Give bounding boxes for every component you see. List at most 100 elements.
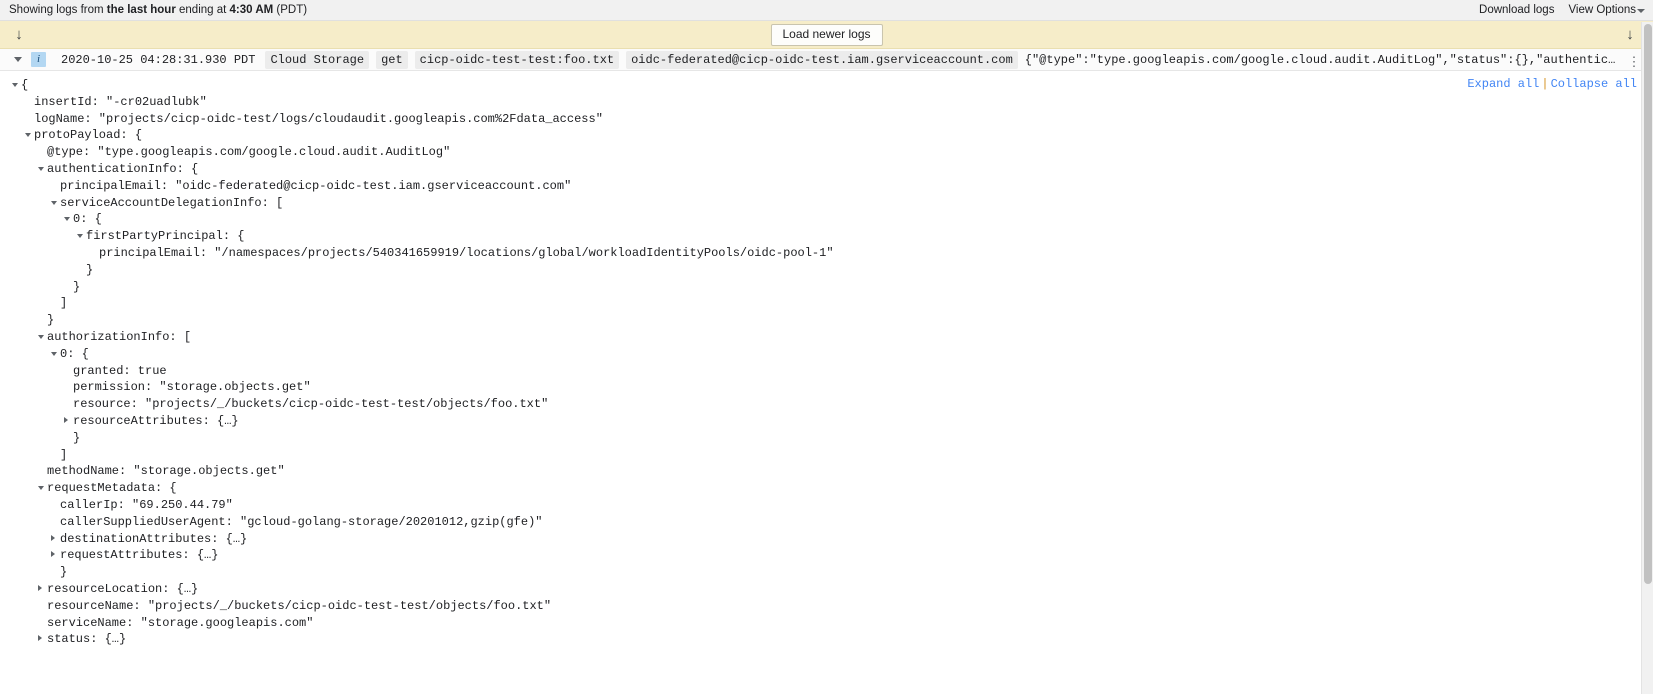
json-line: ] — [0, 447, 1653, 464]
json-line-text: protoPayload: { — [34, 128, 143, 143]
json-line-text: callerSuppliedUserAgent: "gcloud-golang-… — [60, 514, 543, 529]
collapse-node-icon[interactable] — [38, 166, 44, 171]
collapse-node-icon[interactable] — [38, 486, 44, 491]
json-line-text: insertId: "-cr02uadlubk" — [34, 94, 207, 109]
json-line-text: requestAttributes: {…} — [60, 548, 219, 563]
collapse-all-link[interactable]: Collapse all — [1551, 77, 1637, 91]
json-line-gutter — [51, 345, 60, 362]
json-line[interactable]: protoPayload: { — [0, 127, 1653, 144]
json-line-gutter — [12, 76, 21, 93]
json-line[interactable]: status: {…} — [0, 631, 1653, 648]
expand-node-icon[interactable] — [38, 584, 42, 591]
json-line[interactable]: requestAttributes: {…} — [0, 547, 1653, 564]
json-line: resource: "projects/_/buckets/cicp-oidc-… — [0, 396, 1653, 413]
json-line-text: callerIp: "69.250.44.79" — [60, 497, 233, 512]
collapse-node-icon[interactable] — [12, 83, 18, 87]
json-line[interactable]: authenticationInfo: { — [0, 161, 1653, 178]
scroll-to-top-icon[interactable]: ↓ — [10, 27, 28, 42]
json-line: insertId: "-cr02uadlubk" — [0, 94, 1653, 111]
json-line-text: serviceName: "storage.googleapis.com" — [47, 615, 314, 630]
json-line[interactable]: resourceLocation: {…} — [0, 581, 1653, 598]
json-line: resourceName: "projects/_/buckets/cicp-o… — [0, 598, 1653, 615]
json-line: granted: true — [0, 363, 1653, 380]
json-line: serviceName: "storage.googleapis.com" — [0, 615, 1653, 632]
link-separator: | — [1541, 77, 1549, 91]
view-options-label: View Options — [1568, 4, 1636, 16]
json-line: } — [0, 312, 1653, 329]
log-service-chip: Cloud Storage — [265, 50, 370, 69]
json-line[interactable]: destinationAttributes: {…} — [0, 531, 1653, 548]
chevron-down-icon — [1637, 9, 1645, 13]
json-line-text: authenticationInfo: { — [47, 161, 199, 176]
load-newer-logs-button[interactable]: Load newer logs — [770, 24, 883, 46]
json-line: principalEmail: "/namespaces/projects/54… — [0, 245, 1653, 262]
json-line-text: resourceAttributes: {…} — [73, 413, 239, 428]
view-options-button[interactable]: View Options — [1568, 4, 1645, 16]
json-line[interactable]: requestMetadata: { — [0, 480, 1653, 497]
json-line-gutter — [51, 546, 60, 563]
expand-all-link[interactable]: Expand all — [1467, 77, 1539, 91]
expand-node-icon[interactable] — [51, 551, 55, 558]
json-line-text: authorizationInfo: [ — [47, 329, 192, 344]
json-line-gutter — [51, 194, 60, 211]
expand-node-icon[interactable] — [38, 635, 42, 642]
json-line-gutter — [51, 530, 60, 547]
collapse-node-icon[interactable] — [38, 334, 44, 339]
expand-node-icon[interactable] — [64, 416, 68, 423]
json-line-text: 0: { — [60, 346, 89, 361]
json-line-text: destinationAttributes: {…} — [60, 531, 248, 546]
json-line-text: granted: true — [73, 363, 167, 378]
json-line[interactable]: 0: { — [0, 346, 1653, 363]
json-line: } — [0, 262, 1653, 279]
download-logs-button[interactable]: Download logs — [1479, 4, 1554, 16]
json-line: @type: "type.googleapis.com/google.cloud… — [0, 144, 1653, 161]
json-line[interactable]: resourceAttributes: {…} — [0, 413, 1653, 430]
json-line-text: { — [21, 78, 29, 92]
scroll-to-bottom-icon[interactable]: ↓ — [1621, 27, 1639, 42]
json-line[interactable]: authorizationInfo: [ — [0, 329, 1653, 346]
json-line-text: ] — [60, 296, 68, 311]
collapse-node-icon[interactable] — [25, 133, 31, 138]
json-line-gutter — [38, 580, 47, 597]
json-line-gutter — [64, 210, 73, 227]
status-bar: Showing logs from the last hour ending a… — [0, 0, 1653, 21]
severity-info-icon: i — [31, 52, 46, 67]
json-line-text: serviceAccountDelegationInfo: [ — [60, 195, 284, 210]
json-line-text: @type: "type.googleapis.com/google.cloud… — [47, 145, 451, 160]
expand-node-icon[interactable] — [51, 534, 55, 541]
log-range-time: 4:30 AM — [229, 4, 274, 16]
collapse-node-icon[interactable] — [64, 217, 70, 222]
vertical-scrollbar-thumb[interactable] — [1644, 24, 1652, 584]
more-options-icon[interactable]: ⋮ — [1627, 56, 1641, 69]
log-range-middle: ending at — [175, 4, 230, 16]
log-entry-summary-row[interactable]: i 2020-10-25 04:28:31.930 PDT Cloud Stor… — [0, 49, 1653, 71]
json-line: permission: "storage.objects.get" — [0, 379, 1653, 396]
json-line-text: permission: "storage.objects.get" — [73, 380, 311, 395]
json-line-text: } — [73, 279, 81, 294]
log-principal-chip: oidc-federated@cicp-oidc-test.iam.gservi… — [626, 50, 1018, 69]
json-line-text: 0: { — [73, 212, 102, 227]
json-line-gutter — [38, 479, 47, 496]
log-range-suffix: (PDT) — [273, 4, 308, 16]
json-line[interactable]: { — [0, 77, 1653, 94]
vertical-scrollbar[interactable] — [1641, 22, 1653, 694]
json-line-text: principalEmail: "/namespaces/projects/54… — [99, 245, 834, 260]
expand-collapse-links: Expand all | Collapse all — [1467, 76, 1637, 93]
collapse-node-icon[interactable] — [51, 200, 57, 205]
json-line[interactable]: firstPartyPrincipal: { — [0, 228, 1653, 245]
json-line-text: ] — [60, 447, 68, 462]
json-line-text: methodName: "storage.objects.get" — [47, 464, 285, 479]
json-line-text: resource: "projects/_/buckets/cicp-oidc-… — [73, 397, 549, 412]
expand-log-entry-icon[interactable] — [14, 57, 22, 62]
json-line[interactable]: 0: { — [0, 211, 1653, 228]
json-line: } — [0, 430, 1653, 447]
json-line[interactable]: serviceAccountDelegationInfo: [ — [0, 195, 1653, 212]
json-line-text: } — [73, 430, 81, 445]
log-resource-chip: cicp-oidc-test-test:foo.txt — [414, 50, 620, 69]
json-line-text: status: {…} — [47, 632, 127, 647]
json-line-gutter — [25, 126, 34, 143]
collapse-node-icon[interactable] — [77, 234, 83, 239]
json-line: callerIp: "69.250.44.79" — [0, 497, 1653, 514]
collapse-node-icon[interactable] — [51, 351, 57, 356]
json-line-text: resourceLocation: {…} — [47, 581, 199, 596]
